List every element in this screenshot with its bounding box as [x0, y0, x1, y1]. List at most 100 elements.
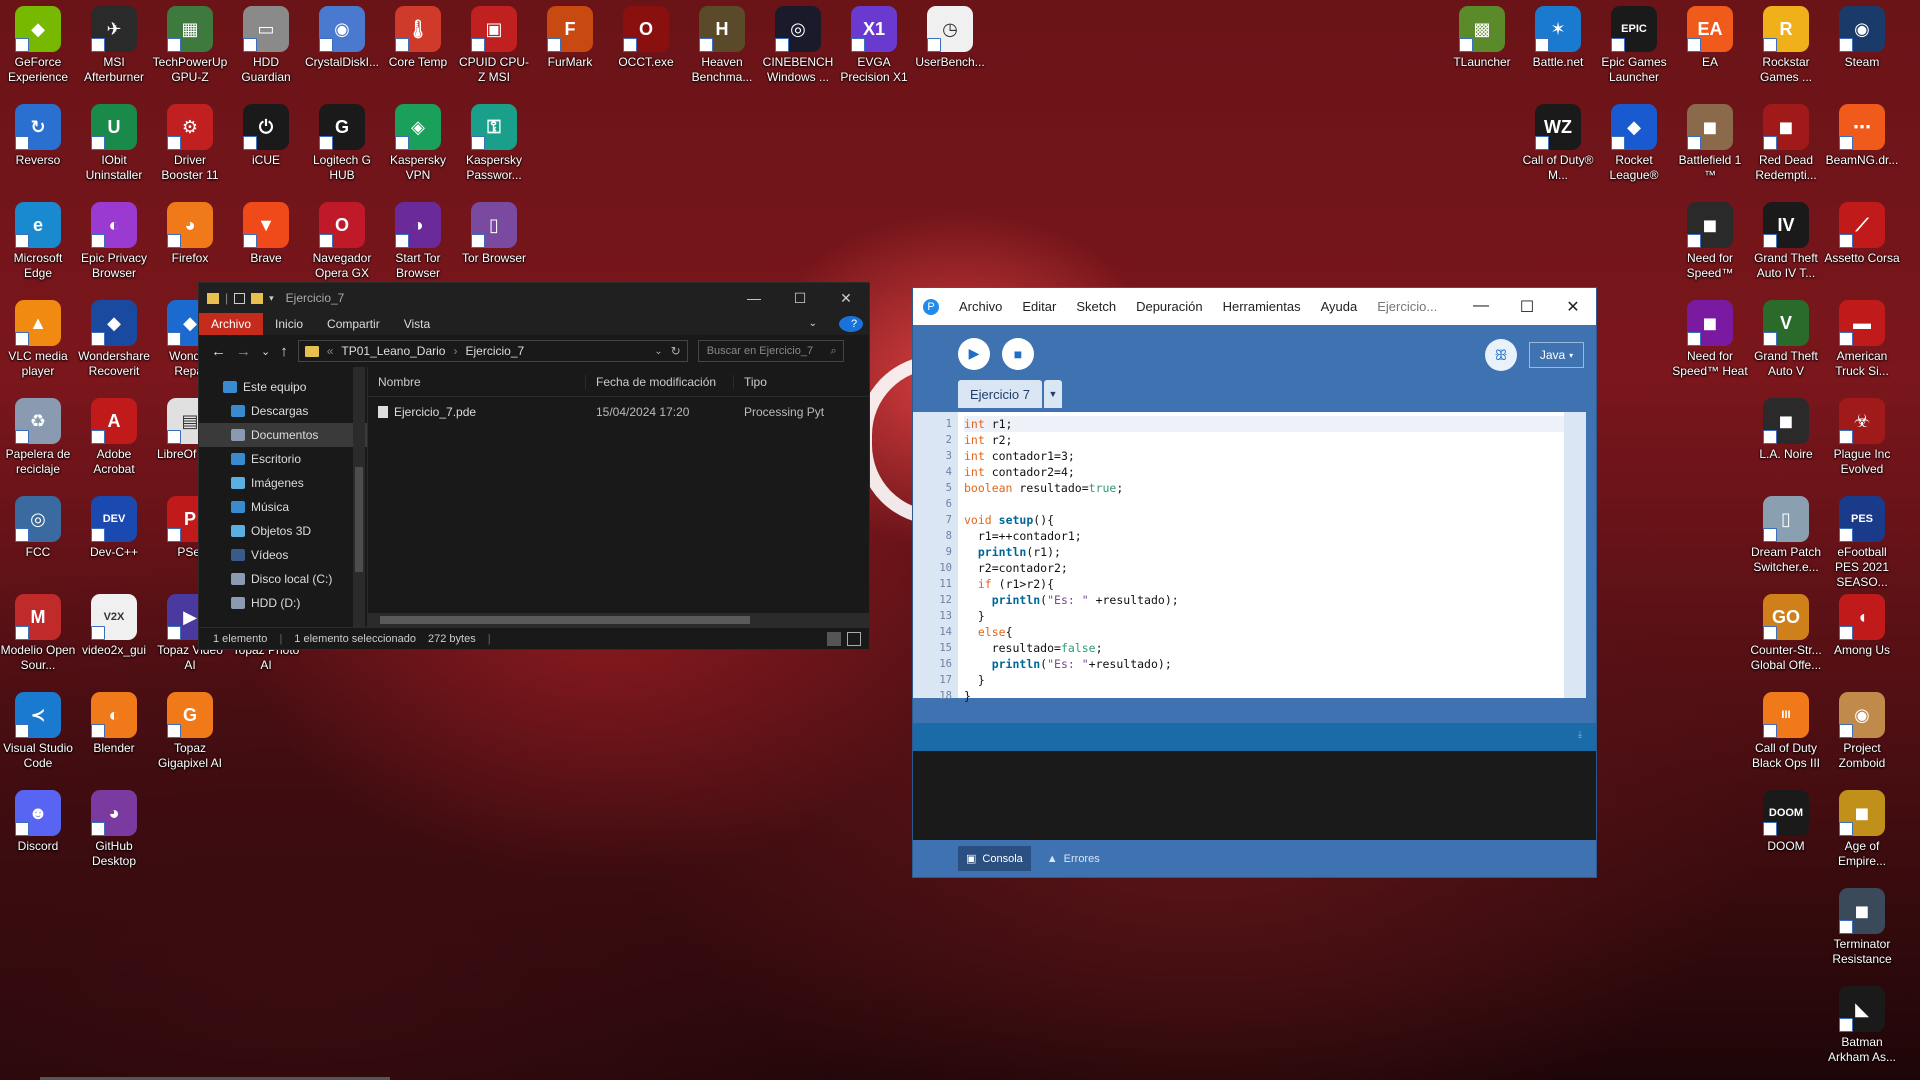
mode-selector[interactable]: Java ▾ — [1529, 342, 1584, 368]
ribbon-tab-archivo[interactable]: Archivo — [199, 313, 264, 335]
desktop-icon[interactable]: IV Grand Theft Auto IV T... — [1748, 202, 1824, 281]
desktop-icon[interactable]: ◐ Epic Privacy Browser — [76, 202, 152, 281]
desktop-icon[interactable]: ≺ Visual Studio Code — [0, 692, 76, 771]
desktop-icon[interactable]: ▼ Brave — [228, 202, 304, 266]
desktop-icon[interactable]: O Navegador Opera GX — [304, 202, 380, 281]
minimize-button[interactable]: — — [731, 290, 777, 307]
menu-item[interactable]: Archivo — [959, 299, 1002, 314]
desktop-icon[interactable]: ◼ Age of Empire... — [1824, 790, 1900, 869]
desktop-icon[interactable]: ⚙ Driver Booster 11 — [152, 104, 228, 183]
code-line[interactable]: r2=contador2; — [964, 560, 1566, 576]
desktop-icon[interactable]: ▣ CPUID CPU-Z MSI — [456, 6, 532, 85]
code-line[interactable]: } — [964, 672, 1566, 688]
maximize-button[interactable]: ☐ — [777, 290, 823, 307]
nav-tree-item[interactable]: Objetos 3D — [199, 519, 367, 543]
recent-locations-button[interactable]: ⌄ — [261, 345, 270, 358]
code-line[interactable]: } — [964, 688, 1566, 704]
desktop-icon[interactable]: ⏻ iCUE — [228, 104, 304, 168]
desktop-icon[interactable]: 🌡 Core Temp — [380, 6, 456, 70]
ide-titlebar[interactable]: P Archivo Editar Sketch Depuración Herramien… — [913, 288, 1596, 325]
desktop-icon[interactable]: ☣ Plague Inc Evolved — [1824, 398, 1900, 477]
code-line[interactable]: int contador1=3; — [964, 448, 1566, 464]
code-line[interactable]: r1=++contador1; — [964, 528, 1566, 544]
file-row[interactable]: Ejercicio_7.pde 15/04/2024 17:20 Process… — [368, 401, 869, 423]
ribbon-tab-inicio[interactable]: Inicio — [263, 313, 315, 335]
code-line[interactable]: println("Es: "+resultado); — [964, 656, 1566, 672]
column-header-name[interactable]: Nombre — [368, 374, 586, 389]
new-folder-icon[interactable] — [251, 292, 264, 304]
code-line[interactable]: void setup(){ — [964, 512, 1566, 528]
tab-menu-icon[interactable]: ▼ — [1043, 380, 1062, 408]
desktop-icon[interactable]: ⚿ Kaspersky Passwor... — [456, 104, 532, 183]
desktop-icon[interactable]: ◷ UserBench... — [912, 6, 988, 70]
address-dropdown-icon[interactable]: ⌄ — [654, 346, 662, 357]
horizontal-scrollbar[interactable] — [368, 613, 869, 627]
back-button[interactable]: ← — [211, 343, 226, 360]
desktop-icon[interactable]: ▬ American Truck Si... — [1824, 300, 1900, 379]
desktop-icon[interactable]: ◉ Project Zomboid — [1824, 692, 1900, 771]
desktop-icon[interactable]: PES eFootball PES 2021 SEASO... — [1824, 496, 1900, 590]
desktop-icon[interactable]: ◕ Firefox — [152, 202, 228, 266]
code-line[interactable]: int r1; — [964, 416, 1566, 432]
close-button[interactable]: ✕ — [1550, 297, 1596, 317]
desktop-icon[interactable]: X1 EVGA Precision X1 — [836, 6, 912, 85]
address-bar[interactable]: « TP01_Leano_Dario › Ejercicio_7 ⌄ ↻ — [297, 340, 688, 362]
desktop-icon[interactable]: ◼ Need for Speed™ — [1672, 202, 1748, 281]
desktop-icon[interactable]: ✶ Battle.net — [1520, 6, 1596, 70]
desktop-icon[interactable]: ◖ Among Us — [1824, 594, 1900, 658]
desktop-icon[interactable]: e Microsoft Edge — [0, 202, 76, 281]
desktop-icon[interactable]: V Grand Theft Auto V — [1748, 300, 1824, 379]
collapse-console-icon[interactable]: ⤓ — [1578, 729, 1582, 740]
code-text[interactable]: int r1; int r2; int contador1=3; int contad… — [958, 412, 1566, 703]
desktop-icon[interactable]: ▯ Tor Browser — [456, 202, 532, 266]
desktop-icon[interactable]: ▦ TechPowerUp GPU-Z — [152, 6, 228, 85]
nav-tree-item[interactable]: Este equipo — [199, 375, 367, 399]
desktop-icon[interactable]: ↻ Reverso — [0, 104, 76, 168]
desktop-icon[interactable]: ◆ Wondershare Recoverit — [76, 300, 152, 379]
details-view-icon[interactable] — [827, 631, 841, 646]
nav-tree-item[interactable]: HDD (D:) — [199, 591, 367, 615]
up-button[interactable]: ↑ — [280, 343, 288, 360]
desktop-icon[interactable]: EA EA — [1672, 6, 1748, 70]
desktop-icon[interactable]: O OCCT.exe — [608, 6, 684, 70]
help-icon[interactable]: ? — [839, 316, 863, 332]
forward-button[interactable]: → — [236, 343, 251, 360]
desktop-icon[interactable]: EPIC Epic Games Launcher — [1596, 6, 1672, 85]
breadcrumb-item[interactable]: TP01_Leano_Dario — [341, 344, 445, 358]
desktop-icon[interactable]: GO Counter-Str... Global Offe... — [1748, 594, 1824, 673]
editor-scrollbar[interactable] — [1564, 412, 1586, 698]
breadcrumb-item[interactable]: Ejercicio_7 — [465, 344, 524, 358]
desktop-icon[interactable]: ◎ CINEBENCH Windows ... — [760, 6, 836, 85]
stop-button[interactable]: ■ — [1002, 337, 1034, 370]
desktop-icon[interactable]: G Logitech G HUB — [304, 104, 380, 183]
desktop-icon[interactable]: ◎ FCC — [0, 496, 76, 560]
code-line[interactable] — [964, 496, 1566, 512]
desktop-icon[interactable]: ◼ L.A. Noire — [1748, 398, 1824, 462]
desktop-icon[interactable]: DOOM DOOM — [1748, 790, 1824, 854]
desktop-icon[interactable]: V2X video2x_gui — [76, 594, 152, 658]
large-icons-view-icon[interactable] — [847, 631, 861, 646]
processing-ide-window[interactable]: P Archivo Editar Sketch Depuración Herramien… — [912, 287, 1597, 878]
desktop-icon[interactable]: ✈ MSI Afterburner — [76, 6, 152, 85]
desktop-icon[interactable]: A Adobe Acrobat — [76, 398, 152, 477]
code-line[interactable]: else{ — [964, 624, 1566, 640]
desktop-icon[interactable]: ☻ Discord — [0, 790, 76, 854]
desktop-icon[interactable]: ▲ VLC media player — [0, 300, 76, 379]
menu-item[interactable]: Ayuda — [1321, 299, 1358, 314]
menu-item[interactable]: Depuración — [1136, 299, 1203, 314]
minimize-button[interactable]: — — [1458, 297, 1504, 317]
expand-ribbon-icon[interactable]: ⌄ — [797, 313, 829, 335]
ribbon-tab-compartir[interactable]: Compartir — [315, 313, 392, 335]
nav-tree-item[interactable]: Descargas — [199, 399, 367, 423]
desktop-icon[interactable]: U IObit Uninstaller — [76, 104, 152, 183]
desktop-icon[interactable]: ▯ Dream Patch Switcher.e... — [1748, 496, 1824, 575]
desktop-icon[interactable]: H Heaven Benchma... — [684, 6, 760, 85]
desktop-icon[interactable]: G Topaz Gigapixel AI — [152, 692, 228, 771]
nav-tree-item[interactable]: Vídeos — [199, 543, 367, 567]
column-header-date[interactable]: Fecha de modificación — [586, 374, 734, 389]
desktop-icon[interactable]: ◼ Need for Speed™ Heat — [1672, 300, 1748, 379]
desktop-icon[interactable]: ▭ HDD Guardian — [228, 6, 304, 85]
code-line[interactable]: resultado=false; — [964, 640, 1566, 656]
nav-tree-item[interactable]: Imágenes — [199, 471, 367, 495]
nav-tree-item[interactable]: Documentos — [199, 423, 367, 447]
